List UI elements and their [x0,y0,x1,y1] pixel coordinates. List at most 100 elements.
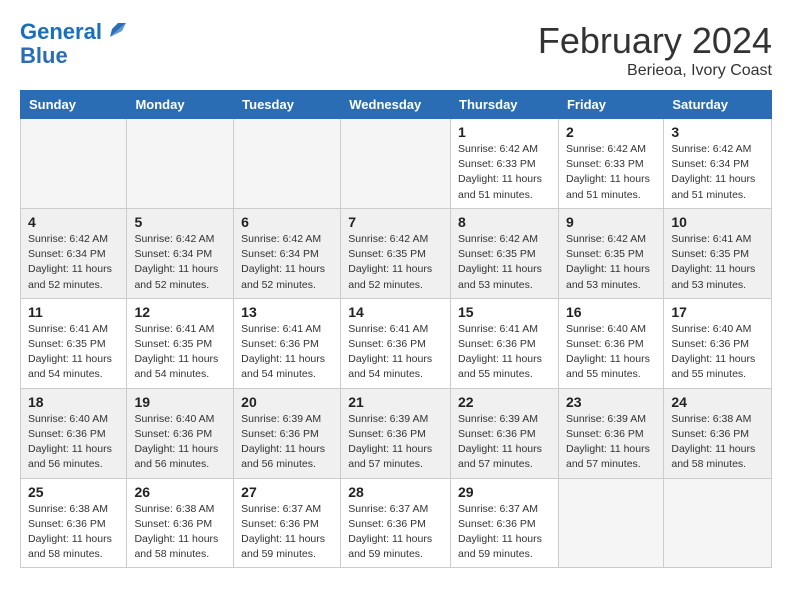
day-number: 10 [671,214,764,230]
title-block: February 2024 Berieoa, Ivory Coast [538,20,772,80]
day-info: Sunrise: 6:42 AMSunset: 6:33 PMDaylight:… [458,142,551,203]
day-info: Sunrise: 6:41 AMSunset: 6:35 PMDaylight:… [671,232,764,293]
calendar-cell: 28 Sunrise: 6:37 AMSunset: 6:36 PMDayligh… [341,478,451,568]
day-number: 5 [134,214,226,230]
calendar-cell: 16Sunrise: 6:40 AMSunset: 6:36 PMDayligh… [558,298,663,388]
day-number: 15 [458,304,551,320]
day-number: 11 [28,304,119,320]
day-number: 28 [348,484,443,500]
day-info: Sunrise: 6:42 AMSunset: 6:35 PMDaylight:… [348,232,443,293]
day-number: 26 [134,484,226,500]
calendar-cell: 29 Sunrise: 6:37 AMSunset: 6:36 PMDayligh… [451,478,559,568]
day-info: Sunrise: 6:37 AMSunset: 6:36 PMDaylight:… [348,502,443,563]
calendar-cell: 24 Sunrise: 6:38 AMSunset: 6:36 PMDayligh… [664,388,772,478]
logo: General Blue [20,20,126,68]
calendar-header-thursday: Thursday [451,91,559,119]
day-info: Sunrise: 6:38 AMSunset: 6:36 PMDaylight:… [28,502,119,563]
calendar-cell: 4Sunrise: 6:42 AMSunset: 6:34 PMDaylight… [21,208,127,298]
day-number: 1 [458,124,551,140]
day-info: Sunrise: 6:42 AMSunset: 6:33 PMDaylight:… [566,142,656,203]
calendar-cell: 23 Sunrise: 6:39 AMSunset: 6:36 PMDayligh… [558,388,663,478]
calendar-cell [664,478,772,568]
day-info: Sunrise: 6:42 AMSunset: 6:35 PMDaylight:… [566,232,656,293]
calendar-cell [558,478,663,568]
day-info: Sunrise: 6:37 AMSunset: 6:36 PMDaylight:… [241,502,333,563]
calendar-header-saturday: Saturday [664,91,772,119]
location-subtitle: Berieoa, Ivory Coast [538,62,772,80]
day-number: 18 [28,394,119,410]
day-number: 3 [671,124,764,140]
day-info: Sunrise: 6:42 AMSunset: 6:34 PMDaylight:… [671,142,764,203]
calendar-cell [127,119,234,209]
day-number: 19 [134,394,226,410]
day-info: Sunrise: 6:41 AMSunset: 6:36 PMDaylight:… [241,322,333,383]
day-number: 2 [566,124,656,140]
calendar-header-friday: Friday [558,91,663,119]
day-number: 16 [566,304,656,320]
day-info: Sunrise: 6:39 AMSunset: 6:36 PMDaylight:… [241,412,333,473]
day-number: 9 [566,214,656,230]
calendar-cell: 15Sunrise: 6:41 AMSunset: 6:36 PMDayligh… [451,298,559,388]
page-header: General Blue February 2024 Berieoa, Ivor… [20,20,772,80]
calendar-header-monday: Monday [127,91,234,119]
day-info: Sunrise: 6:42 AMSunset: 6:34 PMDaylight:… [28,232,119,293]
day-info: Sunrise: 6:37 AMSunset: 6:36 PMDaylight:… [458,502,551,563]
calendar-cell: 19 Sunrise: 6:40 AMSunset: 6:36 PMDayligh… [127,388,234,478]
day-number: 29 [458,484,551,500]
calendar-cell: 21 Sunrise: 6:39 AMSunset: 6:36 PMDayligh… [341,388,451,478]
day-number: 25 [28,484,119,500]
day-number: 22 [458,394,551,410]
logo-bird-icon [104,19,126,41]
calendar-header-sunday: Sunday [21,91,127,119]
logo-text2: Blue [20,44,126,68]
calendar-cell: 14 Sunrise: 6:41 AMSunset: 6:36 PMDayligh… [341,298,451,388]
day-number: 6 [241,214,333,230]
day-info: Sunrise: 6:38 AMSunset: 6:36 PMDaylight:… [134,502,226,563]
day-info: Sunrise: 6:39 AMSunset: 6:36 PMDaylight:… [348,412,443,473]
day-number: 24 [671,394,764,410]
day-number: 21 [348,394,443,410]
calendar-cell: 12 Sunrise: 6:41 AMSunset: 6:35 PMDayligh… [127,298,234,388]
calendar-cell: 22 Sunrise: 6:39 AMSunset: 6:36 PMDayligh… [451,388,559,478]
day-number: 8 [458,214,551,230]
day-info: Sunrise: 6:42 AMSunset: 6:35 PMDaylight:… [458,232,551,293]
calendar-cell: 5 Sunrise: 6:42 AMSunset: 6:34 PMDaylight… [127,208,234,298]
day-number: 23 [566,394,656,410]
calendar-cell: 18 Sunrise: 6:40 AMSunset: 6:36 PMDayligh… [21,388,127,478]
day-info: Sunrise: 6:40 AMSunset: 6:36 PMDaylight:… [671,322,764,383]
calendar-cell: 27 Sunrise: 6:37 AMSunset: 6:36 PMDayligh… [234,478,341,568]
month-title: February 2024 [538,20,772,62]
calendar-header-wednesday: Wednesday [341,91,451,119]
day-number: 7 [348,214,443,230]
calendar-cell: 13 Sunrise: 6:41 AMSunset: 6:36 PMDayligh… [234,298,341,388]
calendar-cell: 25 Sunrise: 6:38 AMSunset: 6:36 PMDayligh… [21,478,127,568]
day-info: Sunrise: 6:39 AMSunset: 6:36 PMDaylight:… [458,412,551,473]
day-number: 13 [241,304,333,320]
calendar-cell: 1 Sunrise: 6:42 AMSunset: 6:33 PMDaylight… [451,119,559,209]
day-number: 14 [348,304,443,320]
calendar-cell [234,119,341,209]
calendar-cell: 17 Sunrise: 6:40 AMSunset: 6:36 PMDayligh… [664,298,772,388]
calendar-cell [21,119,127,209]
calendar-cell: 7 Sunrise: 6:42 AMSunset: 6:35 PMDaylight… [341,208,451,298]
calendar-header-row: SundayMondayTuesdayWednesdayThursdayFrid… [21,91,772,119]
day-info: Sunrise: 6:38 AMSunset: 6:36 PMDaylight:… [671,412,764,473]
day-number: 12 [134,304,226,320]
calendar-cell: 11Sunrise: 6:41 AMSunset: 6:35 PMDayligh… [21,298,127,388]
day-info: Sunrise: 6:40 AMSunset: 6:36 PMDaylight:… [28,412,119,473]
logo-text: General [20,20,102,44]
day-info: Sunrise: 6:42 AMSunset: 6:34 PMDaylight:… [134,232,226,293]
calendar-cell: 6Sunrise: 6:42 AMSunset: 6:34 PMDaylight… [234,208,341,298]
calendar-cell [341,119,451,209]
day-number: 20 [241,394,333,410]
calendar-cell: 26 Sunrise: 6:38 AMSunset: 6:36 PMDayligh… [127,478,234,568]
day-number: 17 [671,304,764,320]
calendar-cell: 10 Sunrise: 6:41 AMSunset: 6:35 PMDayligh… [664,208,772,298]
day-number: 27 [241,484,333,500]
day-info: Sunrise: 6:39 AMSunset: 6:36 PMDaylight:… [566,412,656,473]
calendar-cell: 9 Sunrise: 6:42 AMSunset: 6:35 PMDaylight… [558,208,663,298]
day-info: Sunrise: 6:40 AMSunset: 6:36 PMDaylight:… [134,412,226,473]
day-info: Sunrise: 6:41 AMSunset: 6:35 PMDaylight:… [134,322,226,383]
day-info: Sunrise: 6:41 AMSunset: 6:36 PMDaylight:… [348,322,443,383]
calendar-header-tuesday: Tuesday [234,91,341,119]
